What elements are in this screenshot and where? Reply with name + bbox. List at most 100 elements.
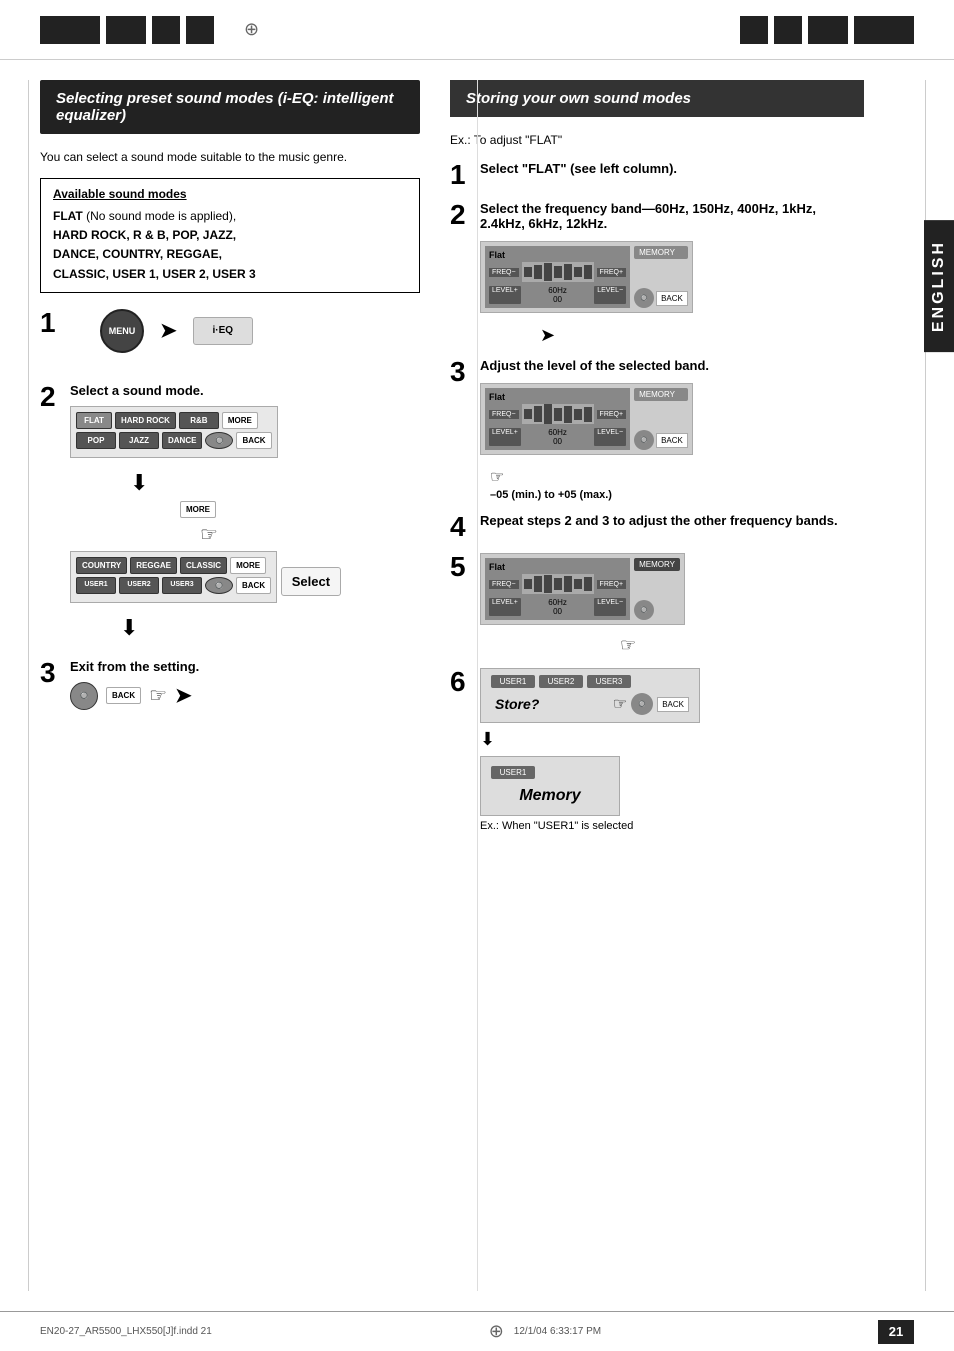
footer-crosshair: ⊕ — [489, 1321, 504, 1342]
eq-level-row-3: FREQ− FREQ+ — [489, 404, 626, 424]
store-back-btn[interactable]: BACK — [657, 697, 689, 712]
step3-note: ☞ –05 (min.) to +05 (max.) — [490, 467, 864, 501]
eq-graph-5 — [522, 574, 594, 594]
reggae-button[interactable]: REGGAE — [130, 557, 177, 574]
back-icon-5[interactable]: 🔘 — [634, 600, 654, 620]
classic-button[interactable]: CLASSIC — [180, 557, 227, 574]
store-question-row: Store? ☞ 🔘 BACK — [491, 692, 689, 716]
step-1-content: MENU ➤ i·EQ — [70, 309, 420, 369]
right-step-5-content: Flat FREQ− — [480, 553, 864, 656]
bar5-4 — [554, 578, 562, 590]
btn-row-1: FLAT HARD ROCK R&B MORE — [76, 412, 272, 429]
memory-btn-3[interactable]: MEMORY — [634, 388, 688, 401]
more-button-2[interactable]: MORE — [180, 501, 216, 518]
country-button[interactable]: COUNTRY — [76, 557, 127, 574]
back-icon[interactable]: 🔘 — [634, 288, 654, 308]
level-minus-btn[interactable]: LEVEL− — [594, 286, 626, 304]
icon-btn-1[interactable]: 🔘 — [205, 432, 233, 449]
store-user3-btn[interactable]: USER3 — [587, 675, 631, 688]
rb-button[interactable]: R&B — [179, 412, 219, 429]
more-button-1[interactable]: MORE — [222, 412, 258, 429]
page-number-badge: 21 — [878, 1320, 914, 1344]
memory-btn-5[interactable]: MEMORY — [634, 558, 680, 571]
memory-user1-btn[interactable]: USER1 — [491, 766, 535, 779]
ieq-button[interactable]: i·EQ — [193, 317, 253, 345]
bar3-1 — [524, 409, 532, 419]
back-button-3[interactable]: BACK — [106, 687, 141, 704]
back-btn-eq[interactable]: BACK — [656, 291, 688, 306]
left-step-1: 1 MENU ➤ i·EQ — [40, 309, 420, 369]
user3-button-left[interactable]: USER3 — [162, 577, 202, 594]
black-block-2 — [106, 16, 146, 44]
down-arrow-2: ⬇ — [120, 615, 420, 641]
step-1-row: MENU ➤ i·EQ — [100, 309, 420, 353]
icon-btn-2[interactable]: 🔘 — [205, 577, 233, 594]
black-block-6 — [774, 16, 802, 44]
freq-minus-btn-5[interactable]: FREQ− — [489, 580, 519, 589]
bar5-2 — [534, 576, 542, 592]
left-step-2: 2 Select a sound mode. FLAT HARD ROCK R&… — [40, 383, 420, 645]
store-user1-btn[interactable]: USER1 — [491, 675, 535, 688]
right-step-5: 5 Flat FREQ− — [450, 553, 864, 656]
bar3-6 — [574, 409, 582, 420]
right-step-2-label: Select the frequency band—60Hz, 150Hz, 4… — [480, 201, 864, 231]
bar3-7 — [584, 407, 592, 422]
eq-mode-label-3: Flat — [489, 392, 626, 402]
right-step-2: 2 Select the frequency band—60Hz, 150Hz,… — [450, 201, 864, 346]
freq-db-3: 60Hz00 — [548, 428, 567, 446]
left-margin — [28, 80, 29, 1291]
level-minus-btn-3[interactable]: LEVEL− — [594, 428, 626, 446]
bar-5 — [564, 264, 572, 280]
back-panel-row-3: 🔘 BACK — [634, 430, 688, 450]
bar3-4 — [554, 408, 562, 421]
exit-arrow: ➤ — [175, 683, 192, 708]
step-2-label: Select a sound mode. — [70, 383, 420, 398]
back-panel-row: 🔘 BACK — [634, 288, 688, 308]
eq-right-panel-5: MEMORY 🔘 BA — [634, 558, 680, 620]
button-grid-2: COUNTRY REGGAE CLASSIC MORE USER1 USER2 … — [70, 551, 277, 603]
more-button-3[interactable]: MORE — [230, 557, 266, 574]
right-step-4: 4 Repeat steps 2 and 3 to adjust the oth… — [450, 513, 864, 541]
bar-3 — [544, 263, 552, 281]
back-btn-eq-3[interactable]: BACK — [656, 433, 688, 448]
level-plus-btn-3[interactable]: LEVEL+ — [489, 428, 521, 446]
bar-2 — [534, 265, 542, 279]
left-column: Selecting preset sound modes (i-EQ: inte… — [40, 80, 420, 844]
jazz-button[interactable]: JAZZ — [119, 432, 159, 449]
hard-rock-button[interactable]: HARD ROCK — [115, 412, 176, 429]
memory-label: Memory — [491, 783, 609, 809]
eq-right-panel-3: MEMORY 🔘 BACK — [634, 388, 688, 450]
pop-button[interactable]: POP — [76, 432, 116, 449]
freq-plus-btn[interactable]: FREQ+ — [597, 268, 627, 277]
dance-button[interactable]: DANCE — [162, 432, 202, 449]
back-row: 🔘 BACK ☞ ➤ — [70, 682, 420, 710]
right-step-3: 3 Adjust the level of the selected band.… — [450, 358, 864, 501]
black-block-5 — [740, 16, 768, 44]
level-plus-btn-5[interactable]: LEVEL+ — [489, 598, 521, 616]
freq-plus-btn-5[interactable]: FREQ+ — [597, 580, 627, 589]
left-step-3: 3 Exit from the setting. 🔘 BACK ☞ ➤ — [40, 659, 420, 710]
back-button-2[interactable]: BACK — [236, 577, 271, 594]
flat-button[interactable]: FLAT — [76, 412, 112, 429]
freq-minus-btn-3[interactable]: FREQ− — [489, 410, 519, 419]
finger-pointer-3: ☞ — [490, 467, 864, 487]
english-tab: ENGLISH — [924, 220, 954, 352]
user2-button-left[interactable]: USER2 — [119, 577, 159, 594]
user1-button-left[interactable]: USER1 — [76, 577, 116, 594]
right-step2-arrow: ➤ — [540, 325, 864, 346]
store-user2-btn[interactable]: USER2 — [539, 675, 583, 688]
freq-minus-btn[interactable]: FREQ− — [489, 268, 519, 277]
down-arrow-1: ⬇ — [130, 470, 420, 496]
right-step-4-num: 4 — [450, 513, 472, 541]
back-button-1[interactable]: BACK — [236, 432, 271, 449]
memory-btn[interactable]: MEMORY — [634, 246, 688, 259]
freq-plus-btn-3[interactable]: FREQ+ — [597, 410, 627, 419]
level-plus-btn[interactable]: LEVEL+ — [489, 286, 521, 304]
menu-button[interactable]: MENU — [100, 309, 144, 353]
level-minus-btn-5[interactable]: LEVEL− — [594, 598, 626, 616]
store-icon-btn[interactable]: 🔘 — [631, 693, 653, 715]
right-step-6: 6 USER1 USER2 USER3 Store? ☞ 🔘 BACK — [450, 668, 864, 832]
back-icon-3[interactable]: 🔘 — [634, 430, 654, 450]
icon-btn-3[interactable]: 🔘 — [70, 682, 98, 710]
select-label: Select — [281, 567, 341, 596]
